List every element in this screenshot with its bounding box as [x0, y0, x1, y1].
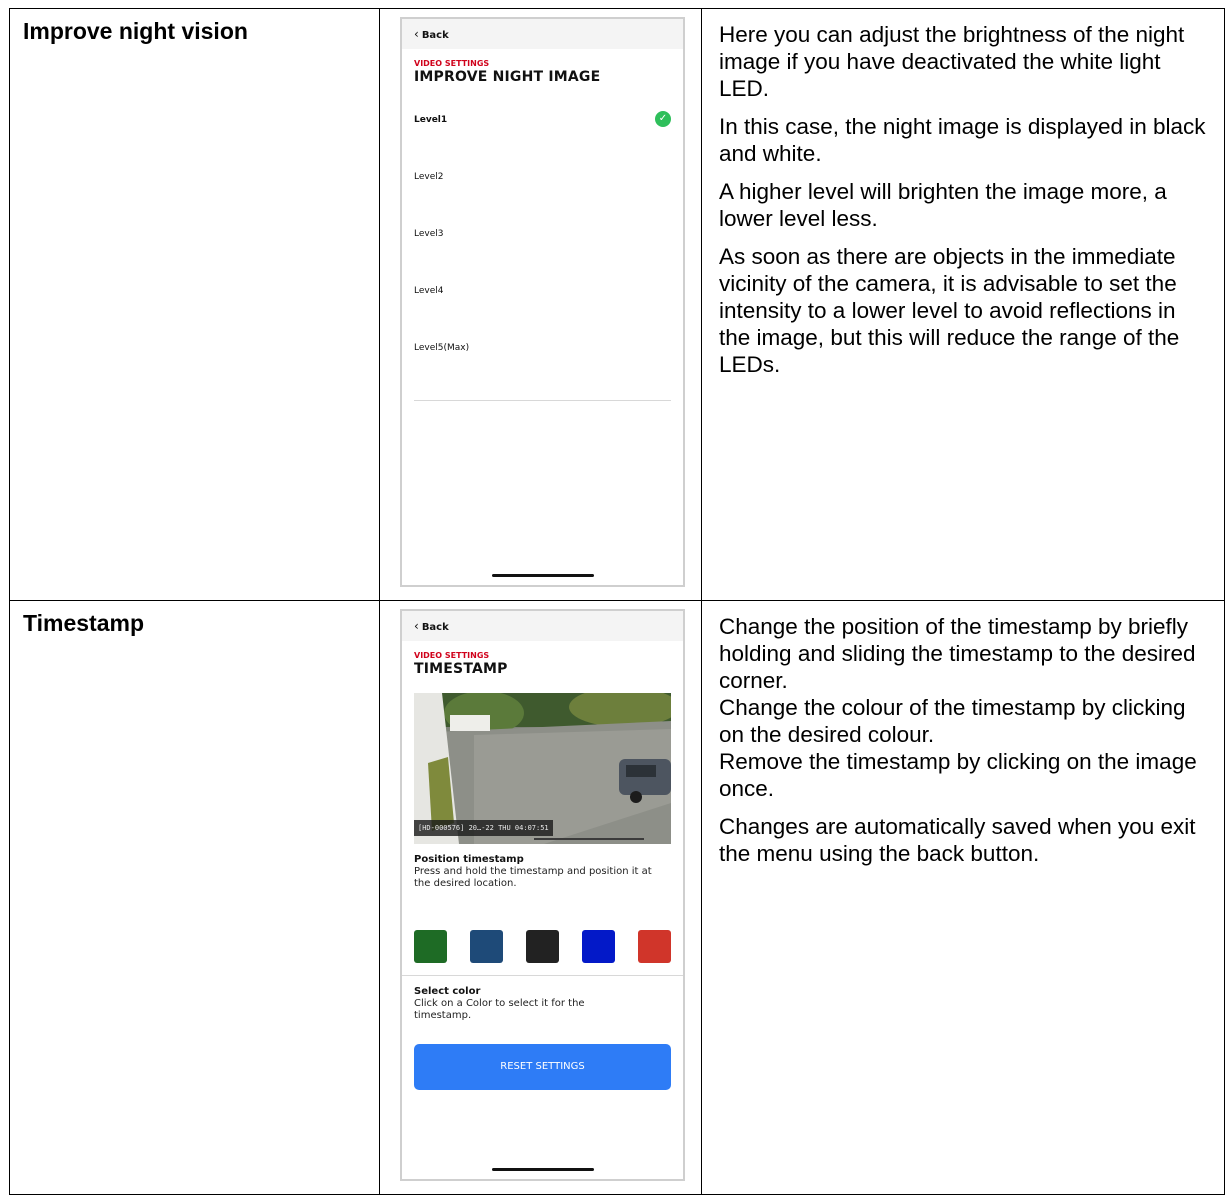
- level-option-3[interactable]: Level3: [402, 229, 683, 286]
- feature-title: Timestamp: [23, 610, 145, 636]
- description-paragraph: Changes are automatically saved when you…: [719, 814, 1196, 866]
- level-label: Level2: [414, 172, 444, 182]
- level-label: Level5(Max): [414, 343, 470, 353]
- description-cell: Here you can adjust the brightness of th…: [701, 8, 1225, 601]
- check-circle-icon: ✓: [655, 111, 671, 127]
- color-swatch-black[interactable]: [526, 930, 559, 963]
- description-cell: Change the position of the timestamp by …: [701, 600, 1225, 1195]
- back-label: Back: [421, 622, 449, 633]
- page-title: TIMESTAMP: [414, 661, 508, 677]
- top-bar: ‹ Back: [402, 611, 683, 641]
- color-swatch-steel-blue[interactable]: [470, 930, 503, 963]
- position-heading: Position timestamp: [414, 854, 524, 865]
- description-paragraph: Change the position of the timestamp by …: [719, 614, 1196, 693]
- feature-cell: Timestamp: [9, 600, 380, 1195]
- home-indicator: [492, 1168, 594, 1171]
- level-option-5[interactable]: Level5(Max): [402, 343, 683, 400]
- section-label: VIDEO SETTINGS: [414, 651, 490, 660]
- level-label: Level1: [414, 115, 448, 125]
- color-swatches: [414, 930, 671, 963]
- section-label: VIDEO SETTINGS: [414, 59, 490, 68]
- back-button[interactable]: ‹ Back: [414, 619, 449, 633]
- description-paragraph: A higher level will brighten the image m…: [719, 179, 1167, 231]
- phone-screenshot-timestamp: ‹ Back VIDEO SETTINGS TIMESTAMP [HD-0005…: [400, 609, 685, 1181]
- feature-title: Improve night vision: [23, 18, 248, 44]
- description-paragraph: In this case, the night image is display…: [719, 114, 1206, 166]
- color-text: Click on a Color to select it for the ti…: [414, 998, 585, 1021]
- table-row: Improve night vision ‹ Back VIDEO SETTING…: [9, 8, 1225, 601]
- color-heading: Select color: [414, 986, 481, 997]
- description: Here you can adjust the brightness of th…: [702, 9, 1224, 378]
- position-text: Press and hold the timestamp and positio…: [414, 866, 652, 889]
- level-label: Level4: [414, 286, 444, 296]
- description-paragraph: Change the colour of the timestamp by cl…: [719, 695, 1186, 747]
- description-paragraph: Here you can adjust the brightness of th…: [719, 22, 1185, 101]
- page-title: IMPROVE NIGHT IMAGE: [414, 69, 601, 85]
- chevron-left-icon: ‹: [414, 27, 419, 41]
- home-indicator: [492, 574, 594, 577]
- level-option-1[interactable]: Level1 ✓: [402, 111, 683, 172]
- divider: [414, 400, 671, 401]
- manual-table: Improve night vision ‹ Back VIDEO SETTING…: [9, 8, 1225, 1195]
- back-button[interactable]: ‹ Back: [414, 27, 449, 41]
- level-option-4[interactable]: Level4: [402, 286, 683, 343]
- description-paragraph: As soon as there are objects in the imme…: [719, 244, 1180, 377]
- reset-settings-button[interactable]: RESET SETTINGS: [414, 1044, 671, 1090]
- back-label: Back: [421, 30, 449, 41]
- top-bar: ‹ Back: [402, 19, 683, 49]
- color-swatch-red[interactable]: [638, 930, 671, 963]
- level-list: Level1 ✓ Level2 Level3 Level4 Level5(Max…: [402, 111, 683, 400]
- table-row: Timestamp ‹ Back VIDEO SETTINGS TIMESTAMP: [9, 600, 1225, 1195]
- chevron-left-icon: ‹: [414, 619, 419, 633]
- level-option-2[interactable]: Level2: [402, 172, 683, 229]
- screenshot-cell: ‹ Back VIDEO SETTINGS TIMESTAMP [HD-0005…: [379, 600, 702, 1195]
- divider: [402, 975, 683, 976]
- description-paragraph: Remove the timestamp by clicking on the …: [719, 749, 1197, 801]
- timestamp-overlay[interactable]: [HD-000576] 20…-22 THU 04:07:51: [414, 820, 553, 836]
- phone-screenshot-night-image: ‹ Back VIDEO SETTINGS IMPROVE NIGHT IMAGE…: [400, 17, 685, 587]
- color-swatch-blue[interactable]: [582, 930, 615, 963]
- color-swatch-green[interactable]: [414, 930, 447, 963]
- description: Change the position of the timestamp by …: [702, 601, 1224, 867]
- level-label: Level3: [414, 229, 444, 239]
- camera-preview-image[interactable]: [HD-000576] 20…-22 THU 04:07:51: [414, 693, 671, 844]
- screenshot-cell: ‹ Back VIDEO SETTINGS IMPROVE NIGHT IMAGE…: [379, 8, 702, 601]
- feature-cell: Improve night vision: [9, 8, 380, 601]
